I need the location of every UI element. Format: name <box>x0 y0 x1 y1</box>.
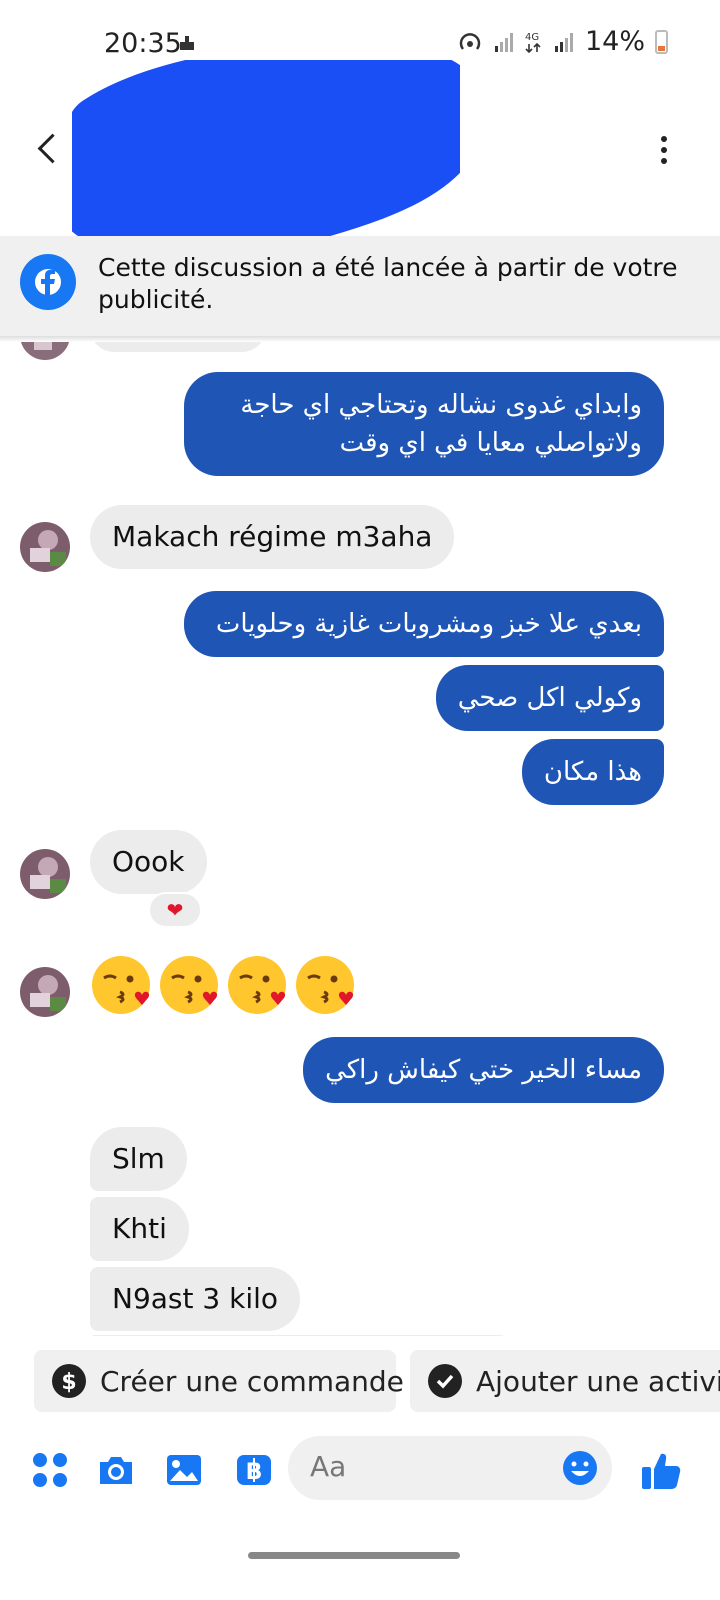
contact-avatar[interactable] <box>20 342 70 360</box>
kissing-wink-emoji <box>296 956 354 1014</box>
contact-avatar[interactable] <box>20 522 70 572</box>
message-bubble-incoming[interactable]: N9ast 3 kilo <box>90 1267 301 1331</box>
add-activity-label: Ajouter une activi <box>476 1364 720 1398</box>
message-bubble-outgoing[interactable]: وكولي اكل صحي <box>435 665 664 731</box>
status-right: 4G 14% <box>457 26 668 57</box>
message-bubble-partial <box>90 342 266 352</box>
contact-avatar[interactable] <box>20 849 70 899</box>
message-bubble-incoming[interactable]: Oook <box>90 830 207 894</box>
message-bubble-outgoing[interactable]: وابداي غدوى نشاله وتحتاجي اي حاجة ولاتوا… <box>184 372 664 476</box>
message-composer: B Aa <box>0 1426 720 1526</box>
message-input-placeholder: Aa <box>310 1450 347 1483</box>
create-order-button[interactable]: $ Créer une commande <box>34 1350 404 1412</box>
contact-avatar[interactable] <box>20 967 70 1017</box>
notification-icon <box>180 36 194 50</box>
message-list[interactable]: وابداي غدوى نشاله وتحتاجي اي حاجة ولاتوا… <box>0 342 720 1336</box>
check-circle-icon <box>428 1364 462 1398</box>
emoji-icon[interactable] <box>562 1450 598 1486</box>
kissing-wink-emoji <box>92 956 150 1014</box>
svg-text:$: $ <box>61 1370 76 1395</box>
svg-text:4G: 4G <box>525 32 539 43</box>
battery-icon <box>655 29 668 54</box>
message-bubble-outgoing[interactable]: مساء الخير ختي كيفاش راكي <box>303 1037 664 1103</box>
facebook-icon <box>20 254 76 310</box>
create-order-label: Créer une commande <box>100 1364 404 1398</box>
pay-icon[interactable]: B <box>234 1450 274 1490</box>
emoji-message[interactable] <box>90 954 356 1016</box>
message-bubble-incoming[interactable]: Slm <box>90 1127 187 1191</box>
quick-actions-bar: $ Créer une commande Ajouter une activi <box>0 1336 720 1426</box>
message-input[interactable]: Aa <box>288 1436 612 1500</box>
hotspot-icon <box>459 32 481 50</box>
add-activity-button[interactable]: Ajouter une activi <box>410 1350 720 1412</box>
ad-origin-banner: Cette discussion a été lancée à partir d… <box>0 236 720 336</box>
message-bubble-incoming[interactable]: Khti <box>90 1197 189 1261</box>
4g-icon: 4G <box>525 32 541 53</box>
redaction-scribble <box>72 60 460 236</box>
kissing-wink-emoji <box>228 956 286 1014</box>
home-indicator[interactable] <box>248 1552 460 1559</box>
apps-icon[interactable] <box>30 1450 70 1490</box>
message-bubble-outgoing[interactable]: هذا مكان <box>521 739 664 805</box>
signal-icon-2 <box>554 32 573 52</box>
ad-origin-text: Cette discussion a été lancée à partir d… <box>98 253 678 314</box>
gallery-icon[interactable] <box>164 1450 204 1490</box>
back-button[interactable] <box>30 128 70 172</box>
signal-icon <box>494 32 513 52</box>
kissing-wink-emoji <box>160 956 218 1014</box>
battery-percent: 14% <box>584 26 645 57</box>
camera-icon[interactable] <box>96 1450 136 1490</box>
conversation-header: …ails et des …elles <box>0 60 720 236</box>
more-options-button[interactable] <box>658 136 670 168</box>
like-icon[interactable] <box>640 1450 682 1492</box>
message-bubble-incoming[interactable]: Makach régime m3aha <box>90 505 455 569</box>
message-bubble-outgoing[interactable]: بعدي علا خبز ومشروبات غازية وحلويات <box>184 591 664 657</box>
heart-reaction[interactable]: ❤ <box>148 892 202 928</box>
status-time: 20:35 <box>104 28 182 59</box>
dollar-icon: $ <box>52 1364 86 1398</box>
